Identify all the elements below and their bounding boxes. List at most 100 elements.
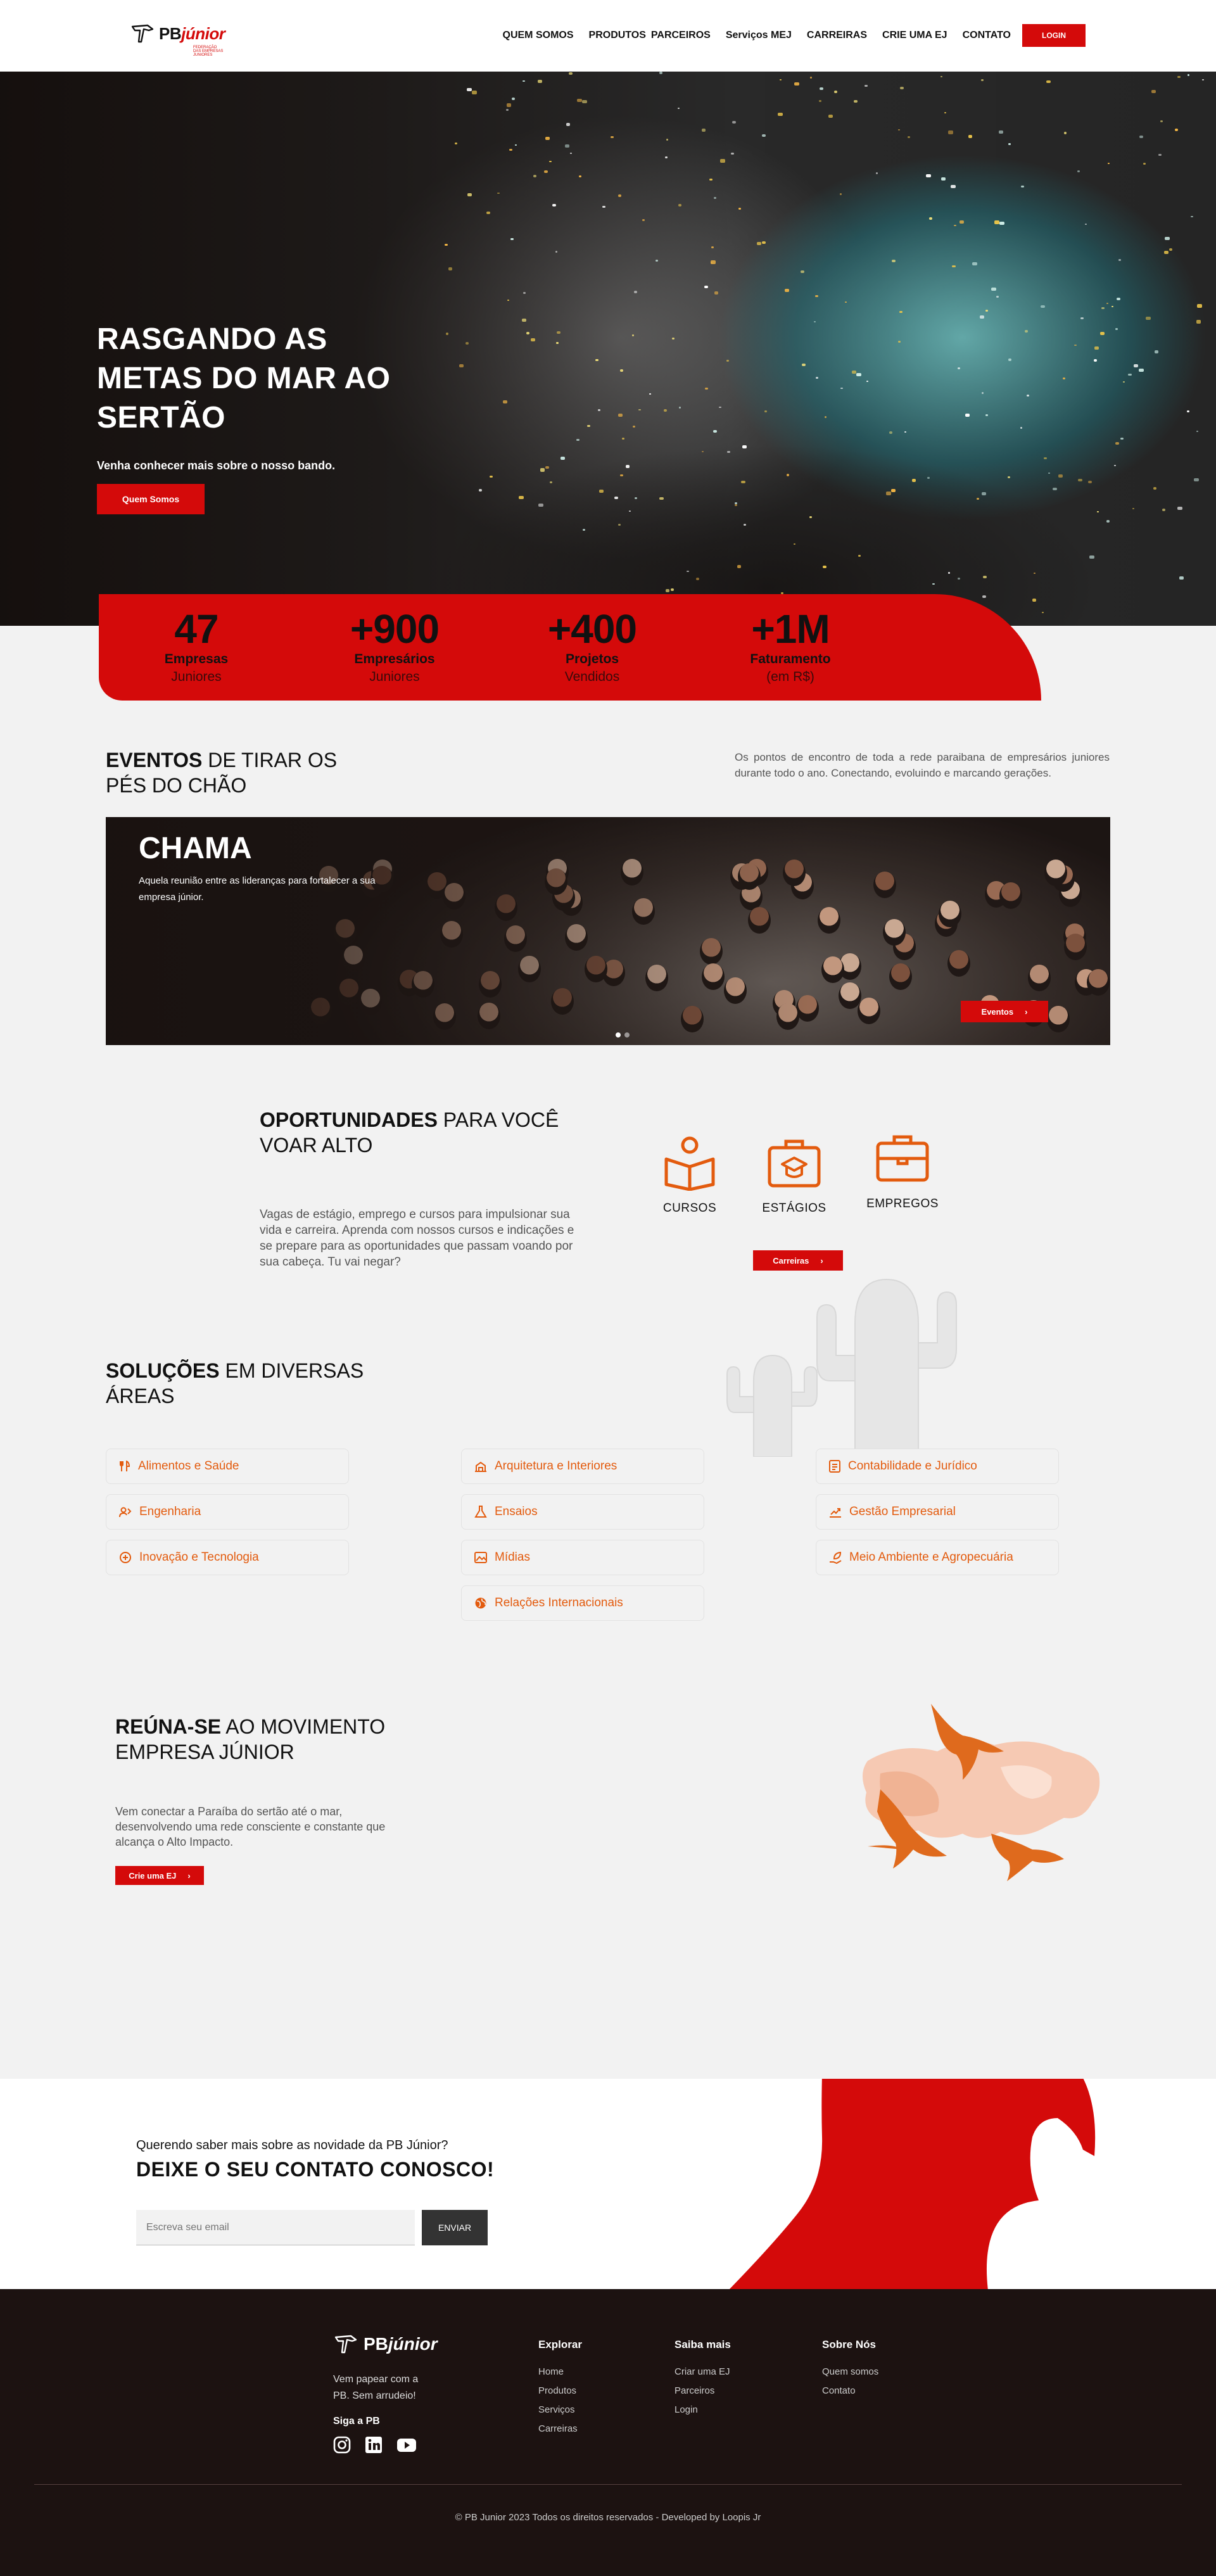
confetti-piece: [560, 457, 565, 460]
confetti-piece: [1094, 346, 1099, 350]
email-input[interactable]: [136, 2210, 415, 2245]
eventos-button-label: Eventos: [981, 1006, 1014, 1017]
carousel-dots: [616, 1032, 630, 1037]
book-person-icon: [664, 1136, 715, 1191]
copyright: © PB Junior 2023 Todos os direitos reser…: [455, 2512, 761, 2523]
building-icon: [475, 1461, 486, 1472]
carousel-dot[interactable]: [624, 1032, 630, 1037]
nav-produtos[interactable]: PRODUTOS: [589, 30, 646, 41]
confetti-piece: [732, 120, 736, 124]
solucao-relacoes-internacionais[interactable]: Relações Internacionais: [461, 1585, 704, 1621]
footer-link-parceiros[interactable]: Parceiros: [674, 2382, 731, 2401]
quem-somos-button[interactable]: Quem Somos: [97, 484, 205, 514]
confetti-piece: [714, 291, 719, 295]
confetti-piece: [712, 430, 717, 433]
solucao-arquitetura[interactable]: Arquitetura e Interiores: [461, 1449, 704, 1484]
instagram-icon[interactable]: [333, 2436, 351, 2454]
footer-link-home[interactable]: Home: [538, 2363, 582, 2382]
footer-link-carreiras[interactable]: Carreiras: [538, 2420, 582, 2439]
nav-contato[interactable]: CONTATO: [963, 30, 1011, 41]
op-item-empregos[interactable]: EMPREGOS: [858, 1129, 947, 1211]
solucao-gestao-empresarial[interactable]: Gestão Empresarial: [816, 1494, 1059, 1530]
chevron-right-icon: ›: [187, 1870, 191, 1881]
nav-servicos-mej[interactable]: Serviços MEJ: [726, 30, 792, 41]
confetti-piece: [819, 87, 823, 91]
confetti-piece: [814, 295, 818, 298]
footer-link-quem-somos[interactable]: Quem somos: [822, 2363, 878, 2382]
confetti-piece: [1008, 476, 1011, 478]
confetti-piece: [1044, 457, 1047, 459]
confetti-piece: [526, 332, 529, 334]
eventos-carousel[interactable]: CHAMA Aquela reunião entre as lideranças…: [106, 817, 1110, 1045]
confetti-piece: [1074, 344, 1077, 346]
confetti-piece: [822, 565, 826, 568]
confetti-piece: [659, 72, 662, 74]
carousel-dot-active[interactable]: [616, 1032, 621, 1037]
eventos-button[interactable]: Eventos ›: [961, 1001, 1048, 1022]
solucao-meio-ambiente[interactable]: Meio Ambiente e Agropecuária: [816, 1540, 1059, 1575]
confetti-piece: [1164, 251, 1168, 254]
send-button[interactable]: ENVIAR: [422, 2210, 488, 2245]
confetti-piece: [1041, 305, 1045, 308]
confetti-piece: [932, 583, 935, 585]
site-logo[interactable]: PBjúnior FEDERAÇÃO DAS EMPRESAS JUNIORES: [130, 23, 225, 57]
youtube-icon[interactable]: [396, 2436, 417, 2454]
confetti-piece: [944, 111, 946, 114]
footer-link-servicos[interactable]: Serviços: [538, 2401, 582, 2420]
confetti-piece: [886, 492, 892, 495]
solucao-midias[interactable]: Mídias: [461, 1540, 704, 1575]
oportunidades-title: OPORTUNIDADES PARA VOCÊ VOAR ALTO: [260, 1107, 589, 1158]
confetti-piece: [999, 221, 1004, 225]
nav-carreiras[interactable]: CARREIRAS: [807, 30, 867, 41]
footer-link-contato[interactable]: Contato: [822, 2382, 878, 2401]
confetti-piece: [1138, 368, 1144, 372]
stat-label: Empresários: [354, 652, 435, 666]
confetti-piece: [929, 217, 932, 220]
confetti-piece: [1191, 215, 1193, 217]
confetti-piece: [577, 99, 583, 103]
solucao-inovacao-tecnologia[interactable]: Inovação e Tecnologia: [106, 1540, 349, 1575]
confetti-piece: [1196, 304, 1202, 308]
linkedin-icon[interactable]: [365, 2436, 383, 2454]
footer-link-login[interactable]: Login: [674, 2401, 731, 2420]
footer-col-saiba-mais: Saiba mais Criar uma EJ Parceiros Login: [674, 2338, 731, 2420]
op-item-cursos[interactable]: CURSOS: [645, 1134, 734, 1215]
chip-label: Contabilidade e Jurídico: [848, 1459, 977, 1473]
confetti-piece: [533, 175, 536, 177]
footer-link-produtos[interactable]: Produtos: [538, 2382, 582, 2401]
confetti-piece: [565, 144, 570, 148]
chip-tech-icon: [120, 1552, 131, 1563]
confetti-piece: [1078, 478, 1082, 482]
stat-label: Empresas: [164, 652, 229, 666]
confetti-piece: [538, 80, 543, 83]
nav-parceiros[interactable]: PARCEIROS: [651, 30, 711, 41]
login-button[interactable]: LOGIN: [1022, 24, 1086, 47]
confetti-piece: [678, 203, 682, 206]
logo-tagline: FEDERAÇÃO DAS EMPRESAS JUNIORES: [193, 46, 224, 57]
footer-link-criar-ej[interactable]: Criar uma EJ: [674, 2363, 731, 2382]
op-item-estagios[interactable]: ESTÁGIOS: [750, 1134, 839, 1215]
confetti-piece: [576, 438, 580, 441]
solucao-ensaios[interactable]: Ensaios: [461, 1494, 704, 1530]
nav-crie-uma-ej[interactable]: CRIE UMA EJ: [882, 30, 947, 41]
nav-quem-somos[interactable]: QUEM SOMOS: [503, 30, 574, 41]
solucao-contabilidade-juridico[interactable]: Contabilidade e Jurídico: [816, 1449, 1059, 1484]
stat-number: +1M: [751, 606, 830, 652]
chip-label: Gestão Empresarial: [849, 1505, 956, 1518]
confetti-piece: [467, 193, 472, 197]
chip-label: Alimentos e Saúde: [138, 1459, 239, 1473]
solucao-engenharia[interactable]: Engenharia: [106, 1494, 349, 1530]
confetti-piece: [1154, 350, 1158, 353]
confetti-piece: [952, 265, 956, 268]
stat-sublabel: (em R$): [766, 669, 814, 684]
confetti-piece: [552, 203, 556, 206]
stat-number: +400: [547, 606, 637, 652]
flask-icon: [474, 1506, 487, 1518]
solucoes-title-bold: SOLUÇÕES: [106, 1359, 220, 1382]
solucao-alimentos-saude[interactable]: Alimentos e Saúde: [106, 1449, 349, 1484]
confetti-piece: [467, 88, 472, 92]
confetti-piece: [582, 99, 587, 103]
footer-logo[interactable]: PBjúnior: [333, 2333, 438, 2355]
op-item-label: ESTÁGIOS: [762, 1202, 826, 1215]
crie-uma-ej-button[interactable]: Crie uma EJ ›: [115, 1866, 204, 1885]
